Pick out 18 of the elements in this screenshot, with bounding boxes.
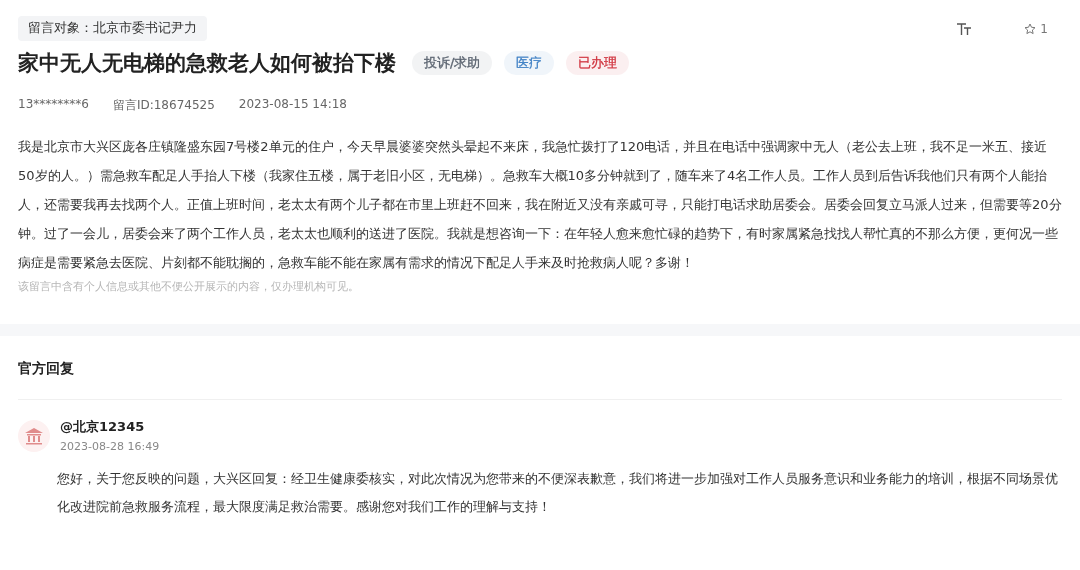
category-tag: 投诉/求助 — [412, 51, 493, 75]
recipient-label: 留言对象：北京市委书记尹力 — [18, 16, 207, 41]
message-id: 留言ID:18674525 — [112, 97, 215, 114]
message-title: 家中无人无电梯的急救老人如何被抬下楼 — [18, 50, 396, 77]
privacy-note: 该留言中含有个人信息或其他不便公开展示的内容，仅办理机构可见。 — [18, 280, 360, 294]
section-heading: 官方回复 — [18, 360, 75, 378]
reply-time: 2023-08-28 16:49 — [60, 440, 160, 453]
message-body: 我是北京市大兴区庞各庄镇隆盛东园7号楼2单元的住户，今天早晨婆婆突然头晕起不来床，我急忙拨打了120电话，并且在电话中强调家中无人（老公去上班，我不足一米五、接近50岁的人。）需急救车配足人手抬人下楼（我家住五楼，属于老旧小区，无电梯）。急救车大概10多分钟就到了，随车来了4名工作人员。工作人员到后告诉我他们只有两个人能抬人，还需要我再去找两个人。正值上班时间，老太太有两个儿子都在市里上班赶不回来，我在附近又没有亲戚可寻，只能打电话求助居委会。居委会回复立马派人过来，但需要等20分钟。过了一会儿，居委会来了两个工作人员，老太太也顺利的送进了医院。我就是想咨询一下：在年轻人愈来愈忙碌的趋势下，有时家属紧急找找人帮忙真的不那么方便，更何况一些病症是需要紧急去医院、片刻都不能耽搁的，急救车能不能在家属有需求的情况下配足人手来及时抢救病人呢？多谢！ — [18, 138, 1062, 272]
category-tag: 已办理 — [566, 51, 630, 75]
favorite-button[interactable]: 1 — [1024, 21, 1048, 36]
post-time: 2023-08-15 14:18 — [238, 97, 347, 113]
font-size-icon[interactable] — [956, 21, 973, 36]
user-id: 13********6 — [18, 97, 89, 113]
reply-author: @北京12345 — [60, 418, 146, 436]
category-tag: 医疗 — [504, 51, 555, 75]
star-icon — [1024, 22, 1037, 35]
reply-text: 您好，关于您反映的问题，大兴区回复：经卫生健康委核实，对此次情况为您带来的不便深表歉意，我们将进一步加强对工作人员服务意识和业务能力的培训，根据不同场景优化改进院前急救服务流程，最大限度满足救治需要。感谢您对我们工作的理解与支持！ — [57, 470, 1059, 516]
institution-avatar-icon — [18, 419, 50, 452]
